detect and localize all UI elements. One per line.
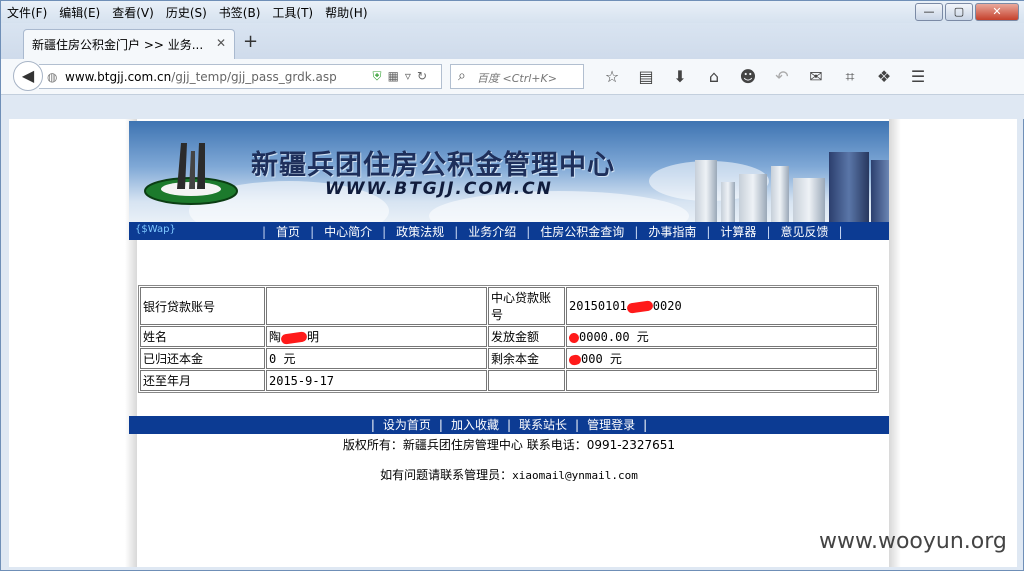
globe-icon: ◍ bbox=[47, 70, 58, 84]
contact-label: 如有问题请联系管理员： bbox=[380, 468, 513, 482]
table-row: 银行贷款账号 中心贷款账号 20150101 0020 bbox=[140, 287, 877, 325]
back-button[interactable]: ◀ bbox=[13, 61, 43, 91]
menu-view[interactable]: 查看(V) bbox=[106, 1, 160, 21]
menu-help[interactable]: 帮助(H) bbox=[319, 1, 373, 21]
repaid-value: 0 元 bbox=[266, 348, 487, 369]
qr-code-icon[interactable]: ▦ bbox=[388, 69, 405, 83]
menu-tools[interactable]: 工具(T) bbox=[266, 1, 319, 21]
redaction-mark bbox=[626, 299, 654, 314]
tab-title: 新疆住房公积金门户 >> 业务... bbox=[32, 38, 204, 52]
extension-icon[interactable]: ❖ bbox=[867, 67, 901, 87]
banner-domain: WWW.BTGJJ.COM.CN bbox=[325, 179, 553, 199]
nav-query[interactable]: 住房公积金查询 bbox=[535, 223, 629, 240]
footer-contact-admin[interactable]: 联系站长 bbox=[515, 418, 571, 432]
nav-business[interactable]: 业务介绍 bbox=[463, 223, 521, 240]
contact-email[interactable]: xiaomail@ynmail.com bbox=[512, 469, 638, 482]
footer-nav: | 设为首页 | 加入收藏 | 联系站长 | 管理登录 | bbox=[129, 416, 889, 434]
center-account-label: 中心贷款账号 bbox=[488, 287, 565, 325]
center-account-value: 20150101 0020 bbox=[566, 287, 877, 325]
menu-history[interactable]: 历史(S) bbox=[160, 1, 213, 21]
browser-window: 文件(F) 编辑(E) 查看(V) 历史(S) 书签(B) 工具(T) 帮助(H) — ▢ … bbox=[0, 0, 1024, 571]
new-tab-button[interactable]: + bbox=[243, 31, 258, 52]
nav-home[interactable]: 首页 bbox=[271, 223, 305, 240]
nav-about[interactable]: 中心简介 bbox=[319, 223, 377, 240]
remaining-label: 剩余本金 bbox=[488, 348, 565, 369]
reading-list-icon[interactable]: ▤ bbox=[629, 67, 663, 87]
navigation-toolbar: ◍ www.btgjj.com.cn/gjj_temp/gjj_pass_grd… bbox=[1, 59, 1024, 95]
site-logo-icon bbox=[144, 143, 238, 205]
back-arrow-icon: ◀ bbox=[21, 66, 35, 85]
table-row: 已归还本金 0 元 剩余本金 000 元 bbox=[140, 348, 877, 369]
search-box[interactable]: ⌕ 百度 <Ctrl+K> bbox=[450, 64, 584, 89]
wap-link[interactable]: {$Wap} bbox=[135, 224, 176, 235]
bookmarks-bar bbox=[1, 95, 1024, 119]
minimize-button[interactable]: — bbox=[915, 3, 943, 21]
nav-guide[interactable]: 办事指南 bbox=[643, 223, 701, 240]
smiley-icon[interactable]: ☻ bbox=[731, 67, 765, 87]
maximize-button[interactable]: ▢ bbox=[945, 3, 973, 21]
issued-amount-value: 0000.00 元 bbox=[566, 326, 877, 347]
tab-active[interactable]: 新疆住房公积金门户 >> 业务... ✕ bbox=[23, 29, 235, 59]
search-icon: ⌕ bbox=[458, 68, 466, 84]
bank-account-value bbox=[266, 287, 487, 325]
watermark: www.wooyun.org bbox=[819, 529, 1007, 554]
redaction-mark bbox=[280, 330, 308, 345]
footer-add-favorite[interactable]: 加入收藏 bbox=[447, 418, 503, 432]
table-row: 还至年月 2015-9-17 bbox=[140, 370, 877, 391]
name-value: 陶明 bbox=[266, 326, 487, 347]
issued-amount-label: 发放金额 bbox=[488, 326, 565, 347]
banner-title: 新疆兵团住房公积金管理中心 bbox=[251, 150, 615, 181]
window-controls: — ▢ ✕ bbox=[915, 3, 1019, 21]
menu-file[interactable]: 文件(F) bbox=[1, 1, 53, 21]
home-icon[interactable]: ⌂ bbox=[697, 67, 731, 87]
url-bar[interactable]: ◍ www.btgjj.com.cn/gjj_temp/gjj_pass_grd… bbox=[39, 64, 442, 89]
repay-until-value: 2015-9-17 bbox=[266, 370, 487, 391]
bookmark-star-icon[interactable]: ☆ bbox=[595, 67, 629, 87]
menu-bookmarks[interactable]: 书签(B) bbox=[213, 1, 267, 21]
redaction-mark bbox=[568, 331, 580, 344]
footer-set-home[interactable]: 设为首页 bbox=[379, 418, 435, 432]
tab-close-icon[interactable]: ✕ bbox=[216, 36, 226, 50]
search-placeholder: 百度 <Ctrl+K> bbox=[477, 72, 557, 85]
close-window-button[interactable]: ✕ bbox=[975, 3, 1019, 21]
tab-bar: 新疆住房公积金门户 >> 业务... ✕ + bbox=[1, 23, 1024, 59]
toolbar-icons: ☆ ▤ ⬇ ⌂ ☻ ↶ ✉ ⌗ ❖ ☰ bbox=[595, 67, 935, 87]
web-page: 新疆兵团住房公积金管理中心 WWW.BTGJJ.COM.CN {$Wap} | 首… bbox=[9, 119, 1017, 567]
hamburger-menu-icon[interactable]: ☰ bbox=[901, 67, 935, 87]
nav-feedback[interactable]: 意见反馈 bbox=[775, 223, 833, 240]
bank-account-label: 银行贷款账号 bbox=[140, 287, 265, 325]
reload-icon[interactable]: ↻ bbox=[417, 69, 433, 83]
repay-until-label: 还至年月 bbox=[140, 370, 265, 391]
url-path: /gjj_temp/gjj_pass_grdk.asp bbox=[171, 70, 337, 84]
copyright-text: 版权所有：新疆兵团住房管理中心 联系电话：0991-2327651 bbox=[342, 438, 676, 452]
site-banner: 新疆兵团住房公积金管理中心 WWW.BTGJJ.COM.CN bbox=[129, 121, 889, 222]
download-icon[interactable]: ⬇ bbox=[663, 67, 697, 87]
footer-admin-login[interactable]: 管理登录 bbox=[583, 418, 639, 432]
redaction-mark bbox=[568, 353, 582, 366]
nav-calculator[interactable]: 计算器 bbox=[715, 223, 761, 240]
chat-icon[interactable]: ✉ bbox=[799, 67, 833, 87]
name-label: 姓名 bbox=[140, 326, 265, 347]
url-host: www.btgjj.com.cn bbox=[65, 70, 172, 84]
table-row: 姓名 陶明 发放金额 0000.00 元 bbox=[140, 326, 877, 347]
contact-line: 如有问题请联系管理员：xiaomail@ynmail.com bbox=[129, 466, 889, 483]
nav-policy[interactable]: 政策法规 bbox=[391, 223, 449, 240]
remaining-value: 000 元 bbox=[566, 348, 877, 369]
dropdown-icon[interactable]: ▿ bbox=[405, 69, 417, 83]
site-nav: {$Wap} | 首页 | 中心简介 | 政策法规 | 业务介绍 | 住房公积金查询 | 办事指南 | 计… bbox=[129, 222, 889, 240]
menu-bar: 文件(F) 编辑(E) 查看(V) 历史(S) 书签(B) 工具(T) 帮助(H) — ▢ … bbox=[1, 1, 1024, 23]
loan-info-table: 银行贷款账号 中心贷款账号 20150101 0020 姓名 陶明 发放金额 00… bbox=[138, 285, 879, 393]
crop-icon[interactable]: ⌗ bbox=[833, 67, 867, 87]
shield-icon[interactable]: ⛨ bbox=[373, 69, 388, 83]
repaid-label: 已归还本金 bbox=[140, 348, 265, 369]
menu-edit[interactable]: 编辑(E) bbox=[53, 1, 106, 21]
undo-icon[interactable]: ↶ bbox=[765, 67, 799, 87]
